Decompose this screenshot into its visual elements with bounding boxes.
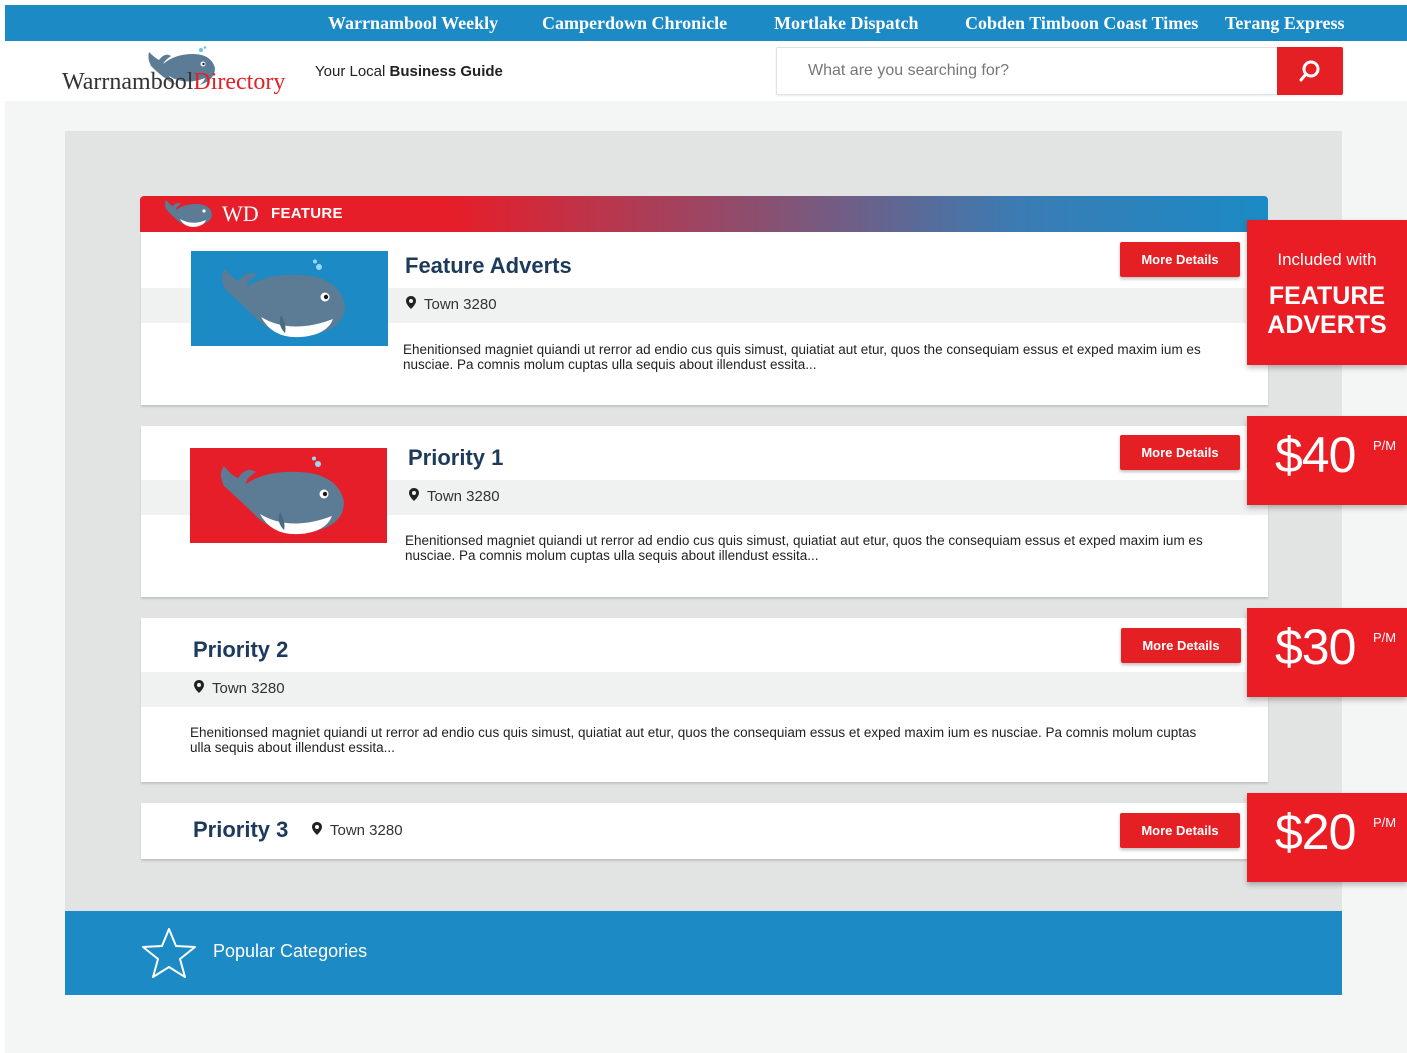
listing-description: Ehenitionsed magniet quiandi ut rerror a… (190, 725, 1197, 755)
logo-text-warrnambool: Warrnambool (62, 69, 194, 95)
whale-icon (222, 259, 345, 338)
popular-categories-label: Popular Categories (213, 941, 368, 961)
more-details-button[interactable]: More Details (1120, 813, 1240, 848)
included-feature-adverts: FEATURE ADVERTS (1267, 282, 1387, 339)
search-icon (1299, 60, 1320, 82)
price-amount: $40 (1275, 427, 1356, 483)
map-pin-icon (194, 680, 204, 693)
price-amount: $20 (1275, 804, 1356, 860)
listing-title[interactable]: Priority 3 (193, 817, 288, 843)
listing-thumbnail[interactable] (190, 448, 387, 543)
listing-card-priority-3: Priority 3 Town 3280 More Details (141, 803, 1268, 859)
whale-icon (221, 456, 344, 535)
listing-title[interactable]: Priority 2 (193, 637, 288, 663)
price-tag-priority-3: $20 P/M (1247, 793, 1407, 882)
more-details-button[interactable]: More Details (1120, 435, 1240, 470)
feature-header-bar: WD FEATURE (140, 196, 1268, 232)
search-input[interactable] (777, 48, 1277, 94)
site-logo[interactable]: WarrnamboolDirectory (62, 69, 285, 96)
listing-location-text: Town 3280 (424, 296, 497, 313)
price-per-month: P/M (1373, 815, 1397, 830)
star-outline-icon (142, 928, 196, 978)
tagline-prefix: Your Local (315, 63, 390, 80)
price-tag-priority-1: $40 P/M (1247, 416, 1407, 505)
listing-location-text: Town 3280 (330, 822, 403, 839)
nav-link-camperdown-chronicle[interactable]: Camperdown Chronicle (542, 13, 727, 34)
location-band (141, 672, 1268, 707)
logo-text-directory: Directory (193, 69, 286, 95)
listing-description: Ehenitionsed magniet quiandi ut rerror a… (403, 342, 1201, 372)
tagline-bold: Business Guide (389, 63, 503, 80)
listing-title[interactable]: Feature Adverts (405, 253, 572, 279)
listing-card-feature: Feature Adverts Town 3280 Ehenitionsed m… (141, 232, 1268, 405)
listing-location: Town 3280 (193, 680, 285, 697)
included-tag: Included with FEATURE ADVERTS (1247, 220, 1407, 365)
price-per-month: P/M (1373, 630, 1397, 645)
price-amount: $30 (1275, 619, 1356, 675)
listing-card-priority-2: Priority 2 Town 3280 Ehenitionsed magnie… (141, 618, 1268, 782)
listing-thumbnail[interactable] (191, 251, 388, 346)
feature-bar-label: FEATURE (271, 205, 343, 222)
map-pin-icon (406, 296, 416, 309)
popular-categories-bar[interactable]: Popular Categories (65, 911, 1342, 995)
included-with-text: Included with (1277, 250, 1377, 269)
site-tagline: Your Local Business Guide (315, 63, 503, 80)
listing-location-text: Town 3280 (212, 680, 285, 697)
top-nav: Warrnambool Weekly Camperdown Chronicle … (5, 5, 1407, 41)
search-bar (776, 47, 1343, 95)
listing-location-text: Town 3280 (427, 488, 500, 505)
listing-location: Town 3280 (408, 488, 500, 505)
listing-description: Ehenitionsed magniet quiandi ut rerror a… (405, 533, 1203, 563)
nav-link-mortlake-dispatch[interactable]: Mortlake Dispatch (774, 13, 918, 34)
nav-link-cobden-timboon-coast-times[interactable]: Cobden Timboon Coast Times (965, 13, 1198, 34)
listing-card-priority-1: Priority 1 Town 3280 Ehenitionsed magnie… (141, 426, 1268, 597)
feature-bar-wd: WD (222, 201, 259, 226)
site-header: WarrnamboolDirectory Your Local Business… (5, 41, 1407, 101)
search-button[interactable] (1277, 47, 1343, 95)
map-pin-icon (409, 488, 419, 501)
more-details-button[interactable]: More Details (1120, 242, 1240, 277)
whale-icon (165, 200, 212, 227)
nav-link-terang-express[interactable]: Terang Express (1225, 13, 1345, 34)
listing-title[interactable]: Priority 1 (408, 445, 503, 471)
price-per-month: P/M (1373, 438, 1397, 453)
listing-location: Town 3280 (405, 296, 497, 313)
map-pin-icon (312, 822, 322, 835)
nav-link-warrnambool-weekly[interactable]: Warrnambool Weekly (328, 13, 498, 34)
more-details-button[interactable]: More Details (1121, 628, 1241, 663)
listing-location: Town 3280 (311, 822, 403, 839)
price-tag-priority-2: $30 P/M (1247, 608, 1407, 697)
